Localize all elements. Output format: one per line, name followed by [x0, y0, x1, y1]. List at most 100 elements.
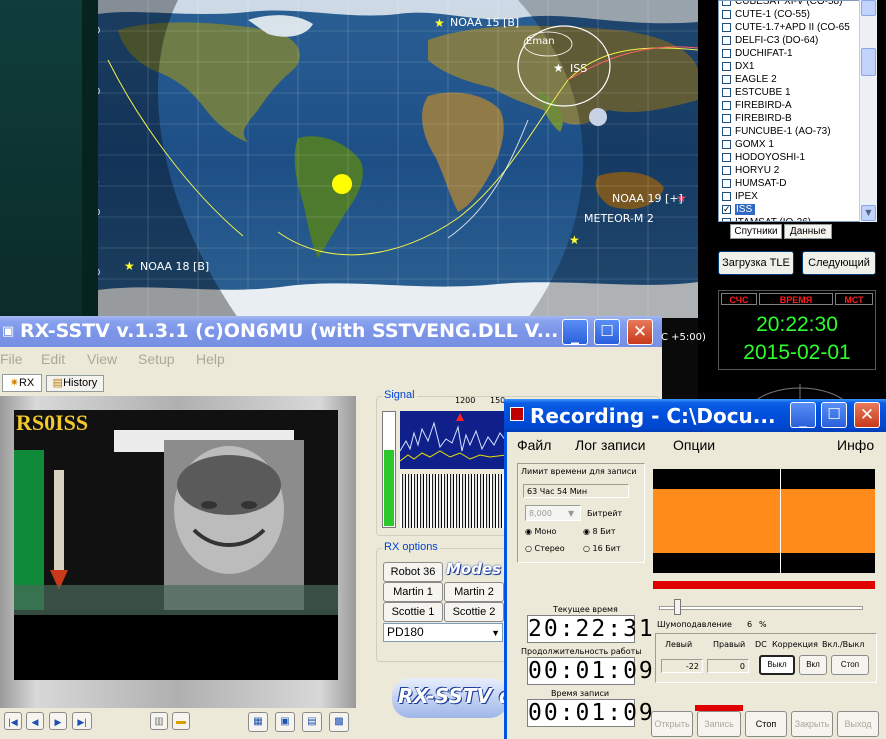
- satellite-list-item[interactable]: FIREBIRD-B: [719, 112, 875, 125]
- rec-menu-options[interactable]: Опции: [673, 437, 715, 453]
- satellite-list-item[interactable]: ITAMSAT (IO-26): [719, 216, 875, 221]
- received-image[interactable]: RS0ISS: [14, 410, 338, 680]
- satellite-checkbox[interactable]: [722, 10, 731, 19]
- mode-martin2-button[interactable]: Martin 2: [444, 582, 504, 602]
- save-icon[interactable]: ▣: [275, 712, 295, 732]
- scroll-down-icon[interactable]: ▼: [861, 205, 876, 221]
- noise-slider-thumb[interactable]: [674, 599, 681, 615]
- folder-icon[interactable]: ▬: [172, 712, 190, 730]
- noise-slider-track[interactable]: [659, 606, 863, 610]
- exit-button[interactable]: Выход: [837, 711, 879, 737]
- mode-scottie1-button[interactable]: Scottie 1: [383, 602, 443, 622]
- tab-satellites[interactable]: Спутники: [730, 224, 782, 239]
- satellite-list-item[interactable]: CUTE-1.7+APD II (CO-65: [719, 21, 875, 34]
- sat-label-noaa15[interactable]: NOAA 15 [B]: [450, 16, 519, 29]
- observer-label[interactable]: Eman: [526, 36, 555, 47]
- minimize-icon[interactable]: _: [790, 402, 816, 428]
- copy-icon[interactable]: ▦: [248, 712, 268, 732]
- satellite-checkbox[interactable]: [722, 127, 731, 136]
- satellite-list-item[interactable]: IPEX: [719, 190, 875, 203]
- satellite-checkbox[interactable]: [722, 166, 731, 175]
- satellite-checkbox[interactable]: [722, 36, 731, 45]
- bits16-radio[interactable]: ○ 16 Бит: [583, 544, 621, 553]
- satellite-checkbox[interactable]: [722, 1, 731, 6]
- sat-label-noaa19[interactable]: NOAA 19 [+]: [612, 192, 683, 205]
- satellite-checkbox[interactable]: [722, 153, 731, 162]
- satellite-list-item[interactable]: FUNCUBE-1 (AO-73): [719, 125, 875, 138]
- sat-label-iss[interactable]: ISS: [570, 62, 587, 75]
- prev-icon[interactable]: ◀: [26, 712, 44, 730]
- satellite-list-item[interactable]: CUBESAT XI-V (CO-58): [719, 1, 875, 8]
- satellite-list[interactable]: CUBESAT XI-V (CO-58) CUTE-1 (CO-55) CUTE-1…: [718, 0, 876, 222]
- satellite-list-item[interactable]: GOMX 1: [719, 138, 875, 151]
- mode-martin1-button[interactable]: Martin 1: [383, 582, 443, 602]
- satellite-checkbox[interactable]: [722, 75, 731, 84]
- dc-stop-button[interactable]: Стоп: [831, 655, 869, 675]
- next-button[interactable]: Следующий: [802, 251, 876, 275]
- mode-robot36-button[interactable]: Robot 36: [383, 562, 443, 582]
- mode-scottie2-button[interactable]: Scottie 2: [444, 602, 504, 622]
- satellite-list-item[interactable]: HODOYOSHI-1: [719, 151, 875, 164]
- satellite-list-item[interactable]: EAGLE 2: [719, 73, 875, 86]
- close-icon[interactable]: ✕: [854, 402, 880, 428]
- menu-file[interactable]: File: [0, 351, 23, 367]
- satellite-list-item[interactable]: DX1: [719, 60, 875, 73]
- rec-title-bar[interactable]: Recording - C:\Docu... _ ☐ ✕: [504, 399, 886, 432]
- satellite-checkbox[interactable]: [722, 49, 731, 58]
- rx-title-bar[interactable]: ▣ RX-SSTV v.1.3.1 (c)ON6MU (with SSTVENG…: [0, 316, 662, 347]
- dc-off-button[interactable]: Выкл: [759, 655, 795, 675]
- satellite-list-item[interactable]: CUTE-1 (CO-55): [719, 8, 875, 21]
- satellite-checkbox[interactable]: [722, 62, 731, 71]
- first-icon[interactable]: |◀: [4, 712, 22, 730]
- satellite-checkbox[interactable]: ✓: [722, 205, 731, 214]
- sample-rate-select[interactable]: 8,000 ▼: [525, 505, 581, 521]
- trash-icon[interactable]: ▥: [150, 712, 168, 730]
- satellite-list-item[interactable]: DUCHIFAT-1: [719, 47, 875, 60]
- dc-on-button[interactable]: Вкл: [799, 655, 827, 675]
- satellite-checkbox[interactable]: [722, 218, 731, 221]
- minimize-icon[interactable]: _: [562, 319, 588, 345]
- chevron-down-icon[interactable]: ▼: [568, 509, 574, 518]
- menu-view[interactable]: View: [87, 351, 117, 367]
- satellite-list-scrollbar[interactable]: ▼: [859, 0, 877, 222]
- menu-edit[interactable]: Edit: [41, 351, 65, 367]
- record-button[interactable]: Запись: [697, 711, 741, 737]
- save-as-icon[interactable]: ▤: [302, 712, 322, 732]
- satellite-list-item[interactable]: DELFI-C3 (DO-64): [719, 34, 875, 47]
- satellite-checkbox[interactable]: [722, 114, 731, 123]
- satellite-checkbox[interactable]: [722, 88, 731, 97]
- load-tle-button[interactable]: Загрузка TLE: [718, 251, 794, 275]
- close-file-button[interactable]: Закрыть: [791, 711, 833, 737]
- satellite-list-item[interactable]: HORYU 2: [719, 164, 875, 177]
- satellite-checkbox[interactable]: [722, 179, 731, 188]
- satellite-checkbox[interactable]: [722, 192, 731, 201]
- last-icon[interactable]: ▶|: [72, 712, 92, 730]
- tab-rx[interactable]: ✷RX: [2, 374, 42, 392]
- stereo-radio[interactable]: ○ Стерео: [525, 544, 565, 553]
- rec-menu-info[interactable]: Инфо: [837, 437, 874, 453]
- maximize-icon[interactable]: ☐: [821, 402, 847, 428]
- stop-button[interactable]: Стоп: [745, 711, 787, 737]
- bits8-radio[interactable]: ◉ 8 Бит: [583, 527, 616, 536]
- satellite-list-item[interactable]: HUMSAT-D: [719, 177, 875, 190]
- tab-history[interactable]: ▤History: [46, 375, 104, 392]
- satellite-list-item[interactable]: ✓ ISS: [719, 203, 875, 216]
- satellite-tracking-map[interactable]: ★ ★ ★ ★ ★ 60 30 С 0 Ю 30 60 NOAA 15 [B] …: [98, 0, 698, 318]
- rec-menu-file[interactable]: Файл: [517, 437, 551, 453]
- settings-icon[interactable]: ▩: [329, 712, 349, 732]
- tab-data[interactable]: Данные: [784, 224, 832, 239]
- satellite-checkbox[interactable]: [722, 101, 731, 110]
- scroll-thumb[interactable]: [861, 48, 876, 76]
- menu-setup[interactable]: Setup: [138, 351, 175, 367]
- rec-menu-log[interactable]: Лог записи: [575, 437, 645, 453]
- mode-select[interactable]: PD180 ▼: [383, 623, 503, 642]
- chevron-down-icon[interactable]: ▼: [491, 625, 500, 642]
- mono-radio[interactable]: ◉ Моно: [525, 527, 556, 536]
- satellite-checkbox[interactable]: [722, 140, 731, 149]
- sat-label-meteor[interactable]: METEOR-M 2: [584, 212, 654, 225]
- maximize-icon[interactable]: ☐: [594, 319, 620, 345]
- satellite-list-item[interactable]: FIREBIRD-A: [719, 99, 875, 112]
- open-button[interactable]: Открыть: [651, 711, 693, 737]
- menu-help[interactable]: Help: [196, 351, 225, 367]
- next-icon[interactable]: ▶: [49, 712, 67, 730]
